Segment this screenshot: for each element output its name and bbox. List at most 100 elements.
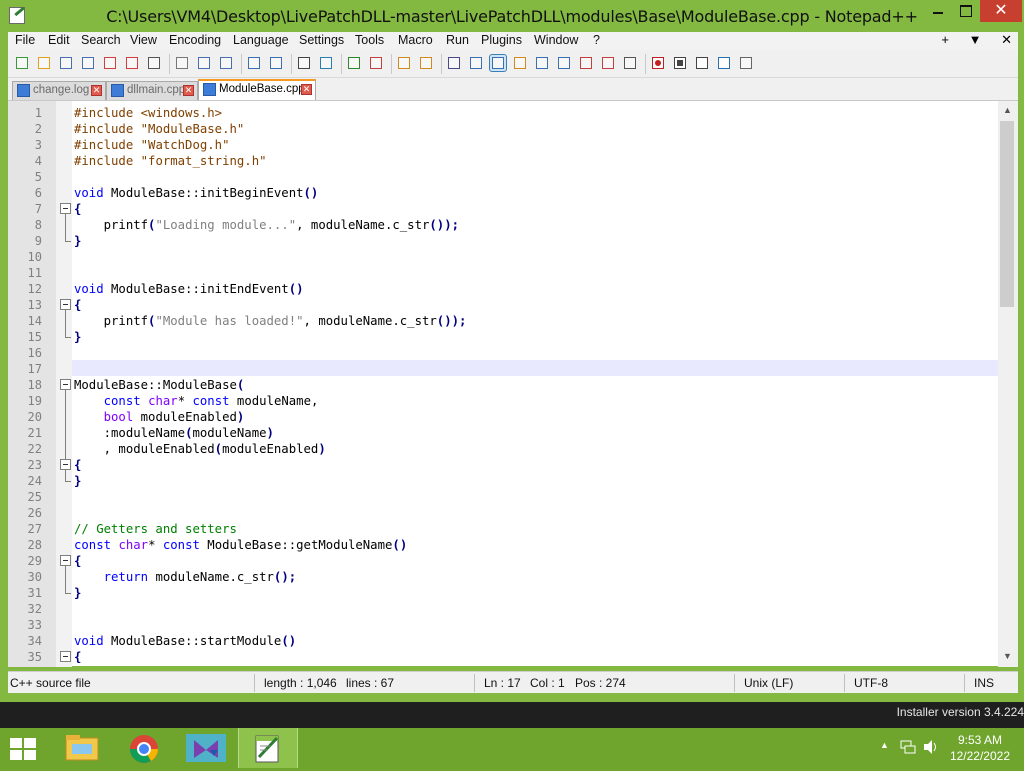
menu-view[interactable]: View (130, 33, 157, 47)
menu-language[interactable]: Language (233, 33, 289, 47)
doc-list-icon[interactable] (600, 55, 616, 71)
code-line[interactable]: #include <windows.h> (74, 105, 222, 121)
vertical-scrollbar[interactable]: ▲ ▼ (998, 101, 1018, 667)
code-line[interactable]: printf("Module has loaded!", moduleName.… (74, 313, 467, 329)
taskbar-notepad-plus-plus[interactable] (238, 728, 298, 768)
code-line[interactable]: void ModuleBase::initBeginEvent() (74, 185, 318, 201)
save-all-icon[interactable] (80, 55, 96, 71)
play-macro-icon[interactable] (694, 55, 710, 71)
scroll-down-icon[interactable]: ▼ (1003, 651, 1012, 661)
code-line[interactable]: { (74, 297, 81, 313)
code-editor[interactable]: 1 2 3 4 5 6 7 8 9 10 11 12 13 14 15 16 17 18 19 20 21 22 23 24 2… (8, 100, 1018, 667)
start-button[interactable] (10, 738, 38, 762)
fold-toggle-icon[interactable] (60, 555, 71, 566)
show-hidden-icons-icon[interactable]: ▲ (880, 740, 889, 750)
code-line[interactable]: void ModuleBase::initEndEvent() (74, 281, 304, 297)
copy-icon[interactable] (196, 55, 212, 71)
minimize-button[interactable] (924, 0, 952, 22)
code-line[interactable]: :moduleName(moduleName) (74, 425, 274, 441)
menu-search[interactable]: Search (81, 33, 121, 47)
menu-help[interactable]: ? (593, 33, 600, 47)
code-line[interactable]: const char* const moduleName, (74, 393, 319, 409)
menu-settings[interactable]: Settings (299, 33, 344, 47)
tab-change-log[interactable]: change.log ✕ (12, 81, 106, 100)
code-line[interactable]: { (74, 649, 81, 665)
undo-icon[interactable] (246, 55, 262, 71)
code-line[interactable]: void ModuleBase::startModule() (74, 633, 296, 649)
tab-close-icon[interactable]: ✕ (183, 85, 194, 96)
tab-dllmain[interactable]: dllmain.cpp ✕ (106, 81, 198, 100)
paste-icon[interactable] (218, 55, 234, 71)
save-icon[interactable] (58, 55, 74, 71)
code-line[interactable]: bool moduleEnabled) (74, 409, 245, 425)
fold-toggle-icon[interactable] (60, 203, 71, 214)
code-line[interactable]: , moduleEnabled(moduleEnabled) (74, 441, 326, 457)
replace-icon[interactable] (318, 55, 334, 71)
close-document-button[interactable]: ✕ (1001, 32, 1012, 47)
tab-close-icon[interactable]: ✕ (301, 84, 312, 95)
code-line[interactable]: { (74, 553, 81, 569)
find-icon[interactable] (296, 55, 312, 71)
code-line[interactable]: { (74, 201, 81, 217)
fold-toggle-icon[interactable] (60, 379, 71, 390)
clock-time[interactable]: 9:53 AM (958, 733, 1002, 747)
folder-workspace-icon[interactable] (578, 55, 594, 71)
fold-toggle-icon[interactable] (60, 459, 71, 470)
monitoring-icon[interactable] (622, 55, 638, 71)
tab-close-icon[interactable]: ✕ (91, 85, 102, 96)
code-line[interactable]: } (74, 473, 81, 489)
scroll-up-icon[interactable]: ▲ (1003, 105, 1012, 115)
zoom-out-icon[interactable] (368, 55, 384, 71)
code-line[interactable]: const char* const ModuleBase::getModuleN… (74, 537, 407, 553)
code-line[interactable]: #include "WatchDog.h" (74, 137, 229, 153)
clock-date[interactable]: 12/22/2022 (950, 749, 1010, 763)
network-icon[interactable] (900, 740, 916, 754)
code-line[interactable]: } (74, 233, 81, 249)
close-all-icon[interactable] (124, 55, 140, 71)
menu-tools[interactable]: Tools (355, 33, 384, 47)
taskbar-visual-studio[interactable] (176, 728, 236, 768)
taskbar-chrome[interactable] (114, 728, 174, 768)
redo-icon[interactable] (268, 55, 284, 71)
word-wrap-icon[interactable] (446, 55, 462, 71)
new-file-icon[interactable] (14, 55, 30, 71)
code-line[interactable]: { (74, 457, 81, 473)
new-tab-button[interactable]: + (941, 32, 949, 47)
code-line[interactable]: ModuleBase::ModuleBase( (74, 377, 244, 393)
menu-file[interactable]: File (15, 33, 35, 47)
menu-window[interactable]: Window (534, 33, 578, 47)
code-line[interactable]: } (74, 329, 81, 345)
tab-modulebase[interactable]: ModuleBase.cpp ✕ (198, 79, 316, 100)
save-macro-icon[interactable] (738, 55, 754, 71)
volume-icon[interactable] (922, 739, 938, 755)
sync-vertical-icon[interactable] (396, 55, 412, 71)
doc-map-icon[interactable] (534, 55, 550, 71)
maximize-button[interactable] (952, 0, 978, 22)
taskbar-file-explorer[interactable] (52, 728, 112, 768)
scrollbar-thumb[interactable] (1000, 121, 1014, 307)
menu-macro[interactable]: Macro (398, 33, 433, 47)
title-bar[interactable]: C:\Users\VM4\Desktop\LivePatchDLL-master… (0, 0, 1024, 32)
zoom-in-icon[interactable] (346, 55, 362, 71)
sync-horizontal-icon[interactable] (418, 55, 434, 71)
close-icon[interactable] (102, 55, 118, 71)
code-line[interactable]: // Getters and setters (74, 521, 237, 537)
menu-run[interactable]: Run (446, 33, 469, 47)
udl-icon[interactable] (512, 55, 528, 71)
function-list-icon[interactable] (556, 55, 572, 71)
code-line[interactable]: #include "ModuleBase.h" (74, 121, 244, 137)
fold-toggle-icon[interactable] (60, 299, 71, 310)
cut-icon[interactable] (174, 55, 190, 71)
menu-encoding[interactable]: Encoding (169, 33, 221, 47)
show-all-chars-icon[interactable] (468, 55, 484, 71)
fold-toggle-icon[interactable] (60, 651, 71, 662)
stop-record-icon[interactable] (672, 55, 688, 71)
code-line[interactable]: } (74, 585, 81, 601)
indent-guide-icon[interactable] (489, 54, 507, 72)
run-macro-multiple-icon[interactable] (716, 55, 732, 71)
code-line[interactable]: return moduleName.c_str(); (74, 569, 297, 585)
print-icon[interactable] (146, 55, 162, 71)
code-line[interactable]: printf("Loading module...", moduleName.c… (74, 217, 459, 233)
menu-plugins[interactable]: Plugins (481, 33, 522, 47)
code-line[interactable]: #include "format_string.h" (74, 153, 267, 169)
